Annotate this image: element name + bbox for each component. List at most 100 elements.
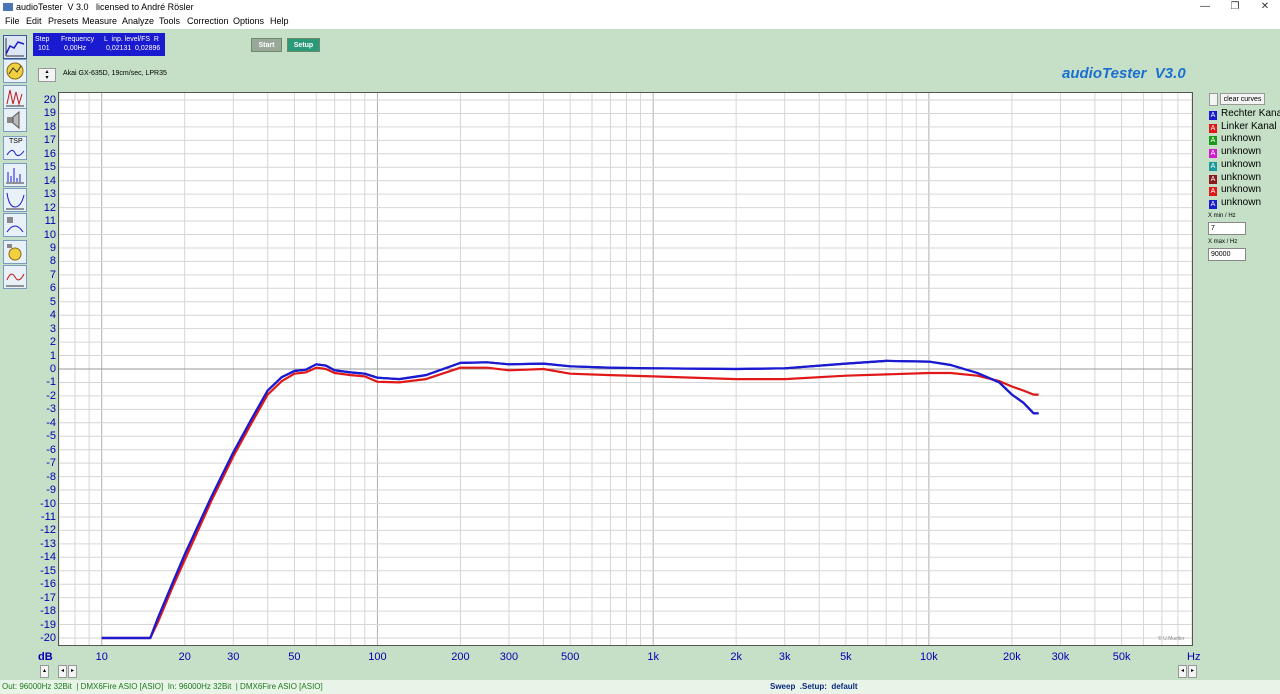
menu-file[interactable]: File bbox=[5, 14, 20, 29]
chart-svg bbox=[59, 93, 1192, 645]
y-tick-label: 0 bbox=[49, 363, 56, 375]
legend-item[interactable]: Aunknown bbox=[1209, 146, 1262, 159]
xmin-input[interactable]: 7 bbox=[1208, 222, 1246, 235]
measurement-info-panel: Step Frequency L inp. level/FS R 101 0,0… bbox=[33, 33, 165, 56]
menu-options[interactable]: Options bbox=[233, 14, 264, 29]
legend-label: Rechter Kanal bbox=[1221, 108, 1280, 119]
x-tick-label: 50 bbox=[288, 651, 301, 663]
y-tick-label: -19 bbox=[40, 618, 56, 631]
legend-swatch-icon: A bbox=[1209, 199, 1217, 209]
x-tick-label: 20 bbox=[178, 651, 191, 663]
app-icon bbox=[3, 3, 13, 11]
y-tick-label: -6 bbox=[46, 443, 56, 456]
menu-bar: File Edit Presets Measure Analyze Tools … bbox=[0, 14, 1280, 29]
frequency-response-tool-icon[interactable] bbox=[3, 35, 27, 59]
legend-swatch-icon: A bbox=[1209, 161, 1217, 171]
y-tick-label: 16 bbox=[43, 147, 56, 160]
legend-swatch-icon: A bbox=[1209, 174, 1217, 184]
step-value: 101 bbox=[38, 45, 50, 52]
frequency-label: Frequency bbox=[61, 36, 95, 43]
legend-item[interactable]: Aunknown bbox=[1209, 197, 1261, 209]
x-tick-label: 500 bbox=[560, 651, 580, 663]
clear-curves-button[interactable]: clear curves bbox=[1220, 93, 1265, 105]
y-tick-label: -3 bbox=[46, 403, 56, 416]
menu-tools[interactable]: Tools bbox=[159, 14, 180, 29]
x-range-left-button[interactable]: ◂ bbox=[1178, 665, 1187, 678]
menu-correction[interactable]: Correction bbox=[187, 14, 229, 29]
x-tick-label: 10 bbox=[95, 651, 108, 663]
menu-measure[interactable]: Measure bbox=[82, 14, 117, 29]
y-tick-label: -2 bbox=[46, 389, 56, 402]
menu-analyze[interactable]: Analyze bbox=[122, 14, 154, 29]
y-tick-label: -14 bbox=[40, 551, 56, 564]
x-range-right-button[interactable]: ▸ bbox=[1188, 665, 1197, 678]
y-tick-label: 10 bbox=[43, 228, 56, 241]
frequency-value: 0,00Hz bbox=[64, 45, 87, 52]
xmin-label: X min / Hz bbox=[1208, 213, 1236, 219]
y-tick-label: -11 bbox=[40, 510, 56, 523]
x-tick-label: 20k bbox=[1003, 651, 1021, 663]
legend-stepper[interactable] bbox=[1209, 93, 1218, 106]
y-tick-label: 11 bbox=[44, 215, 56, 228]
level-right-value: 0,02896 bbox=[135, 45, 161, 52]
setup-button[interactable]: Setup bbox=[287, 38, 320, 52]
y-tick-label: 9 bbox=[49, 241, 56, 254]
curve-name-stepper[interactable]: ▴ ▾ bbox=[38, 68, 56, 82]
y-tick-label: -15 bbox=[40, 564, 56, 577]
y-tick-label: 8 bbox=[49, 255, 56, 268]
y-tick-label: 17 bbox=[43, 134, 56, 147]
maximize-button[interactable]: ❐ bbox=[1220, 0, 1250, 14]
y-tick-label: -4 bbox=[46, 416, 56, 429]
y-tick-label: -7 bbox=[46, 457, 56, 470]
x-tick-label: 30k bbox=[1051, 651, 1070, 663]
y-scale-stepper[interactable]: ▴ bbox=[40, 665, 49, 678]
x-unit-label: Hz bbox=[1187, 651, 1201, 663]
legend-item[interactable]: Aunknown bbox=[1209, 159, 1261, 171]
y-tick-label: 18 bbox=[43, 120, 56, 133]
y-tick-label: -17 bbox=[40, 591, 56, 604]
legend-label: unknown bbox=[1221, 133, 1262, 145]
x-tick-label: 2k bbox=[730, 651, 742, 663]
legend-item[interactable]: A Linker Kanal bbox=[1209, 121, 1277, 133]
legend-item[interactable]: Aunknown bbox=[1209, 184, 1261, 197]
close-button[interactable]: ✕ bbox=[1250, 0, 1280, 14]
xmax-input[interactable]: 90000 bbox=[1208, 248, 1246, 261]
start-button[interactable]: Start bbox=[251, 38, 282, 52]
menu-help[interactable]: Help bbox=[270, 14, 289, 29]
status-mode: Sweep .Setup: default bbox=[770, 682, 858, 691]
menu-presets[interactable]: Presets bbox=[48, 14, 79, 29]
legend-swatch-icon: A bbox=[1209, 136, 1217, 146]
copyright-text: © U.Mueller bbox=[1158, 636, 1185, 642]
y-tick-label: -8 bbox=[46, 470, 56, 483]
y-tick-label: -12 bbox=[40, 524, 56, 537]
step-label: Step bbox=[35, 36, 50, 43]
legend-item[interactable]: Aunknown bbox=[1209, 172, 1261, 184]
y-tick-label: 7 bbox=[49, 268, 56, 281]
y-tick-label: -18 bbox=[40, 605, 56, 618]
x-tick-label: 100 bbox=[368, 651, 387, 663]
x-scale-right-button[interactable]: ▸ bbox=[68, 665, 77, 678]
x-scale-left-button[interactable]: ◂ bbox=[58, 665, 67, 678]
x-tick-label: 3k bbox=[778, 651, 791, 663]
y-unit-label: dB bbox=[38, 651, 53, 663]
y-tick-label: 1 bbox=[49, 349, 56, 362]
minimize-button[interactable]: — bbox=[1190, 0, 1220, 14]
window-title: audioTester V 3.0 licensed to André Rösl… bbox=[16, 2, 194, 12]
legend-swatch-icon: A bbox=[1209, 111, 1217, 120]
menu-edit[interactable]: Edit bbox=[26, 14, 42, 29]
legend-item[interactable]: Aunknown bbox=[1209, 133, 1262, 146]
legend-swatch-icon: A bbox=[1209, 123, 1217, 133]
y-tick-label: 2 bbox=[49, 336, 56, 349]
y-tick-label: -16 bbox=[40, 578, 56, 591]
x-tick-label: 30 bbox=[227, 651, 240, 663]
y-tick-label: -13 bbox=[40, 537, 56, 550]
legend-label: unknown bbox=[1221, 196, 1262, 208]
y-tick-label: 14 bbox=[43, 174, 56, 187]
legend-label: unknown bbox=[1221, 146, 1262, 158]
legend-item[interactable]: A Rechter Kanal bbox=[1209, 108, 1280, 120]
sweep-tool-icon[interactable] bbox=[3, 59, 27, 83]
y-tick-label: -9 bbox=[46, 484, 56, 497]
y-tick-label: 6 bbox=[49, 282, 56, 295]
y-tick-label: 3 bbox=[49, 322, 56, 335]
level-label: L inp. level/FS R bbox=[104, 36, 159, 43]
